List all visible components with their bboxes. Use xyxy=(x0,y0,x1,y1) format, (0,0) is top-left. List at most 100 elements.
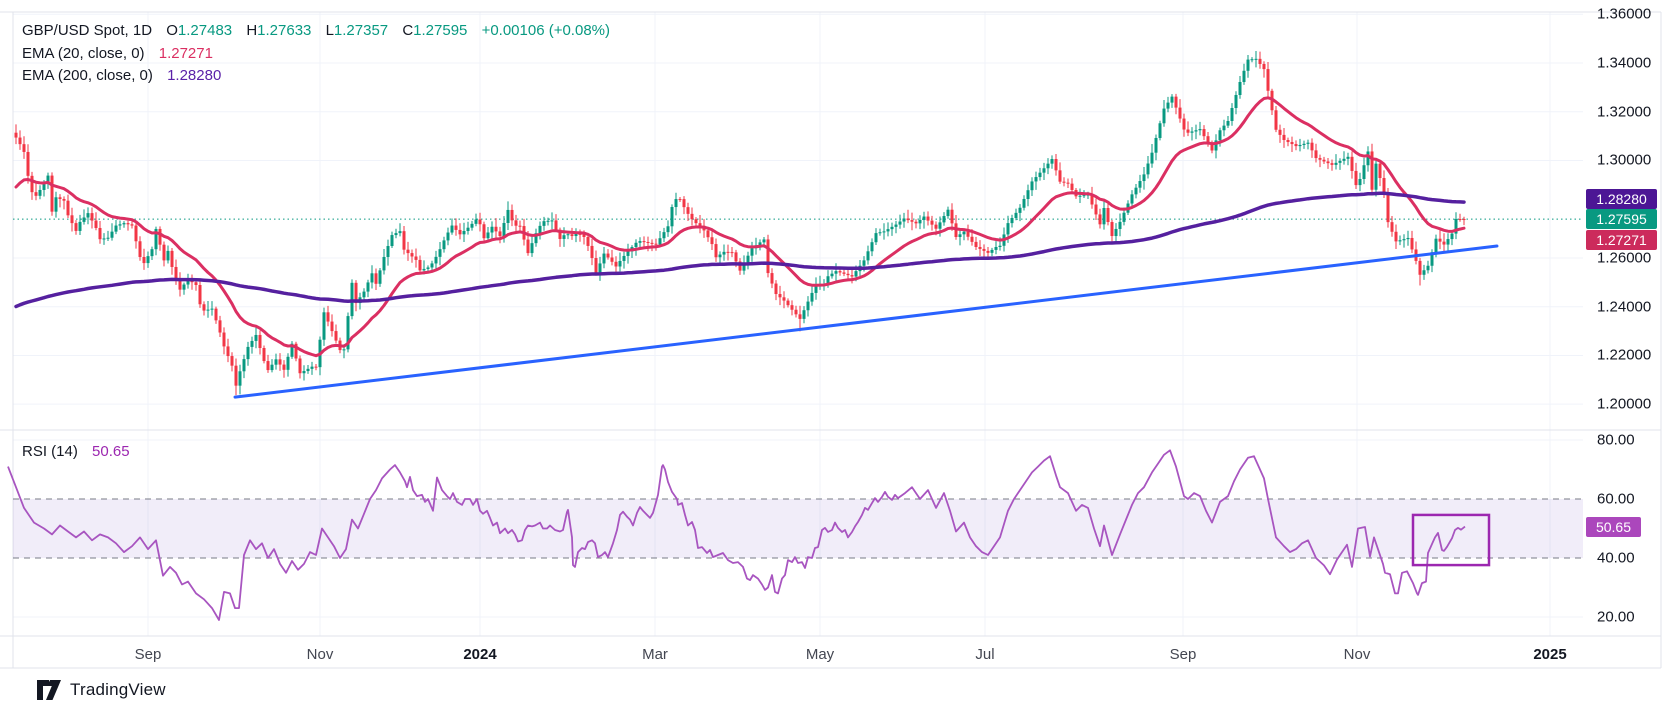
candle-body xyxy=(83,218,86,222)
candle-body xyxy=(1427,266,1430,271)
candle-body xyxy=(1023,199,1026,208)
candle-body xyxy=(679,199,682,200)
candle-body xyxy=(1463,219,1466,220)
candle-body xyxy=(603,254,606,264)
candle-body xyxy=(531,243,534,253)
candle-body xyxy=(167,251,170,261)
candle-body xyxy=(915,222,918,224)
candle-body xyxy=(463,231,466,234)
price-axis-label: 1.22000 xyxy=(1597,347,1651,364)
rsi-legend-row[interactable]: RSI (14) 50.65 xyxy=(22,443,130,460)
candle-body xyxy=(171,251,174,267)
candle-body xyxy=(207,310,210,311)
ema20-legend-row[interactable]: EMA (20, close, 0) 1.27271 xyxy=(22,45,213,62)
candle-body xyxy=(403,231,406,250)
price-axis-label: 1.20000 xyxy=(1597,396,1651,413)
candle-body xyxy=(675,199,678,207)
candle-body xyxy=(1019,208,1022,213)
candle-body xyxy=(807,302,810,311)
candle-body xyxy=(1327,161,1330,163)
candle-body xyxy=(599,263,602,273)
candle-body xyxy=(487,232,490,238)
candle-body xyxy=(651,243,654,244)
candle-body xyxy=(143,257,146,263)
ema20-label: EMA (20, close, 0) xyxy=(22,45,145,62)
candle-body xyxy=(1107,208,1110,222)
candle-body xyxy=(211,309,214,310)
candle-body xyxy=(1363,165,1366,179)
candle-body xyxy=(415,256,418,259)
candle-body xyxy=(507,210,510,223)
candle-body xyxy=(1227,121,1230,126)
time-axis-label: May xyxy=(806,646,834,663)
candle-body xyxy=(843,272,846,273)
candle-body xyxy=(895,225,898,227)
ohlc-low-label: L xyxy=(326,22,334,39)
candle-body xyxy=(327,312,330,321)
candle-body xyxy=(1131,194,1134,203)
candle-body xyxy=(459,230,462,234)
candle-body xyxy=(663,232,666,238)
rsi-axis-label: 80.00 xyxy=(1597,432,1635,449)
price-axis-label: 1.32000 xyxy=(1597,103,1651,120)
candle-body xyxy=(1419,261,1422,275)
candle-body xyxy=(435,257,438,264)
candle-body xyxy=(707,230,710,237)
candle-body xyxy=(431,263,434,267)
candle-body xyxy=(1407,238,1410,239)
candle-body xyxy=(767,239,770,273)
ema20-line[interactable] xyxy=(16,98,1464,356)
candle-body xyxy=(1339,161,1342,163)
candle-body xyxy=(287,357,290,370)
candle-body xyxy=(1219,130,1222,140)
candle-body xyxy=(1015,213,1018,218)
candle-body xyxy=(1187,130,1190,133)
candle-body xyxy=(307,369,310,371)
candle-body xyxy=(1299,145,1302,146)
candle-body xyxy=(1235,95,1238,108)
candle-body xyxy=(467,228,470,231)
candle-body xyxy=(375,273,378,283)
candle-body xyxy=(1047,164,1050,169)
ohlc-high-label: H xyxy=(246,22,257,39)
candle-body xyxy=(251,341,254,347)
candle-body xyxy=(911,220,914,222)
candle-body xyxy=(1179,108,1182,119)
candle-body xyxy=(139,241,142,257)
symbol-legend-row[interactable]: GBP/USD Spot, 1D O1.27483 H1.27633 L1.27… xyxy=(22,22,610,39)
candle-body xyxy=(839,271,842,272)
time-axis-label: Jul xyxy=(975,646,994,663)
candle-body xyxy=(779,294,782,297)
candle-body xyxy=(1311,143,1314,151)
ema20-value: 1.27271 xyxy=(159,45,213,62)
candle-body xyxy=(1071,184,1074,190)
chart-canvas[interactable] xyxy=(0,0,1675,718)
candle-body xyxy=(1391,222,1394,232)
candle-body xyxy=(575,234,578,236)
candle-body xyxy=(227,346,230,356)
candle-body xyxy=(1011,218,1014,223)
candle-body xyxy=(515,220,518,225)
candle-body xyxy=(1099,214,1102,224)
candle-body xyxy=(719,255,722,258)
tradingview-logo-icon xyxy=(36,679,62,701)
candle-body xyxy=(71,215,74,223)
ema200-line[interactable] xyxy=(16,193,1464,306)
tradingview-logo[interactable]: TradingView xyxy=(36,679,166,701)
candle-body xyxy=(775,284,778,294)
candle-body xyxy=(1067,183,1070,184)
candle-body xyxy=(567,234,570,235)
candle-body xyxy=(499,231,502,236)
candle-body xyxy=(223,333,226,347)
candle-body xyxy=(1195,130,1198,131)
price-axis-label: 1.36000 xyxy=(1597,6,1651,23)
price-axis-label: 1.34000 xyxy=(1597,55,1651,72)
rsi-value: 50.65 xyxy=(92,443,130,460)
candle-body xyxy=(1111,222,1114,236)
candle-body xyxy=(1191,131,1194,132)
candle-body xyxy=(123,223,126,224)
candle-body xyxy=(367,282,370,291)
candle-body xyxy=(963,232,966,235)
ema200-legend-row[interactable]: EMA (200, close, 0) 1.28280 xyxy=(22,67,221,84)
candle-body xyxy=(1167,103,1170,109)
